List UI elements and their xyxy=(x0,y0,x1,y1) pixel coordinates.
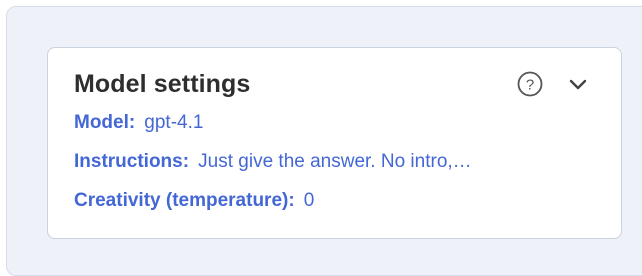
model-row: Model: gpt-4.1 xyxy=(74,112,203,134)
model-label: Model: xyxy=(74,112,140,133)
creativity-label: Creativity (temperature): xyxy=(74,190,299,211)
creativity-value: 0 xyxy=(303,190,315,211)
instructions-label: Instructions: xyxy=(74,151,193,172)
card-title: Model settings xyxy=(74,70,251,98)
model-value: gpt-4.1 xyxy=(144,112,204,133)
svg-text:?: ? xyxy=(526,77,534,94)
model-settings-card: Model settings ? Model: gpt-4.1 Instruct… xyxy=(47,47,622,239)
creativity-row: Creativity (temperature): 0 xyxy=(74,190,314,212)
question-circle-icon[interactable]: ? xyxy=(516,70,544,98)
instructions-row: Instructions: Just give the answer. No i… xyxy=(74,151,594,173)
instructions-value: Just give the answer. No intro,… xyxy=(198,151,472,172)
settings-panel: Model settings ? Model: gpt-4.1 Instruct… xyxy=(6,6,642,276)
chevron-down-icon[interactable] xyxy=(566,72,590,96)
